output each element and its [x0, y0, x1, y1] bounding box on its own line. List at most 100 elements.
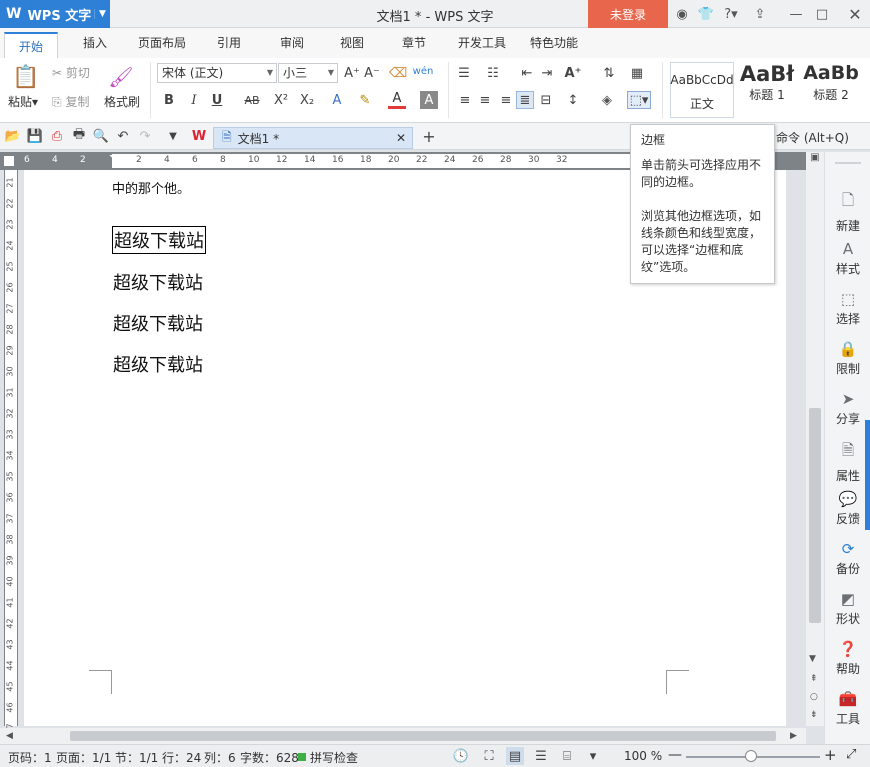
bold-icon[interactable]: B — [160, 91, 178, 109]
paragraph[interactable]: 超级下载站 — [113, 310, 203, 336]
sidebar-item-new[interactable]: 🗋 新建 — [825, 190, 870, 234]
command-search[interactable]: 命令 (Alt+Q) — [776, 129, 849, 146]
outline-view-icon[interactable]: ☰ — [532, 747, 550, 765]
tab-chapter[interactable]: 章节 — [402, 34, 426, 51]
sidebar-item-share[interactable]: ➤ 分享 — [825, 390, 870, 427]
format-painter-icon[interactable]: 🖌 — [108, 64, 134, 90]
reading-mode-icon[interactable]: ▾ — [584, 747, 602, 765]
tab-view[interactable]: 视图 — [340, 34, 364, 51]
skin-icon[interactable]: 👕 — [696, 5, 716, 23]
web-view-icon[interactable]: ⌸ — [558, 747, 576, 765]
sidebar-item-shapes[interactable]: ◩ 形状 — [825, 590, 870, 627]
vertical-ruler[interactable]: 21 22 23 24 25 26 27 28 29 30 31 32 33 34 35 36 37 38 39 40… — [4, 170, 18, 734]
sidebar-item-styles[interactable]: A 样式 — [825, 240, 870, 277]
paragraph[interactable]: 超级下载站 — [113, 269, 203, 295]
decrease-indent-icon[interactable]: ⇤ — [518, 64, 536, 82]
copy-button[interactable]: ⎘ 复制 — [52, 93, 89, 110]
prev-page-icon[interactable]: ⇞ — [810, 674, 818, 684]
tab-insert[interactable]: 插入 — [83, 34, 107, 51]
minimize-icon[interactable]: — — [786, 5, 806, 23]
text-effect-icon[interactable]: A — [328, 91, 346, 109]
tab-references[interactable]: 引用 — [217, 34, 241, 51]
font-size-select[interactable]: 小三 ▼ — [278, 63, 338, 83]
print-icon[interactable]: 🖶 — [70, 127, 88, 145]
paste-icon[interactable]: 📋 — [12, 64, 40, 90]
highlight-icon[interactable]: ✎ — [356, 91, 374, 109]
tab-special-features[interactable]: 特色功能 — [530, 34, 578, 51]
numbered-list-icon[interactable]: ☷ — [484, 64, 502, 82]
style-heading-1[interactable]: AaBł 标题 1 — [736, 62, 798, 118]
upload-icon[interactable]: ⇪ — [750, 5, 770, 23]
customize-toolbar-icon[interactable]: ▼ — [164, 127, 182, 145]
align-right-icon[interactable]: ≡ — [497, 91, 515, 109]
cut-button[interactable]: ✂ 剪切 — [52, 64, 90, 81]
scrollbar-thumb[interactable] — [70, 731, 776, 741]
tab-start[interactable]: 开始 — [4, 32, 59, 59]
sidebar-item-help[interactable]: ❓ 帮助 — [825, 640, 870, 677]
scroll-down-icon[interactable]: ▼ — [809, 654, 816, 664]
page-view-icon[interactable]: ▤ — [506, 747, 524, 765]
tab-stop-icon[interactable] — [4, 156, 14, 166]
bullet-list-icon[interactable]: ☰ — [455, 64, 473, 82]
zoom-out-icon[interactable]: — — [668, 747, 682, 763]
paragraph[interactable]: 超级下载站 — [113, 351, 203, 377]
status-page[interactable]: 页码：1 — [8, 749, 52, 766]
border-icon[interactable]: ⬚▾ — [627, 91, 651, 109]
spell-check-button[interactable]: 拼写检查 — [310, 749, 358, 766]
fullscreen-icon[interactable]: ⛶ — [480, 747, 498, 765]
new-tab-plus-icon[interactable]: + — [420, 127, 438, 146]
style-heading-2[interactable]: AaBb 标题 2 — [800, 62, 862, 118]
maximize-icon[interactable]: □ — [812, 5, 832, 23]
export-pdf-icon[interactable]: ⎙ — [48, 127, 66, 145]
phonetic-guide-icon[interactable]: wén — [413, 62, 434, 80]
login-button[interactable]: 未登录 — [588, 0, 668, 28]
clear-format-icon[interactable]: ⌫ — [389, 64, 407, 82]
align-center-icon[interactable]: ≡ — [476, 91, 494, 109]
print-preview-icon[interactable]: 🔍 — [92, 127, 110, 145]
grow-font-icon[interactable]: A⁺ — [343, 64, 361, 82]
scroll-right-icon[interactable]: ▶ — [790, 731, 797, 741]
sidebar-item-properties[interactable]: 🗎 属性 — [825, 440, 870, 484]
strikethrough-icon[interactable]: AB — [240, 91, 264, 109]
indent-marker-icon[interactable]: ⏷ — [109, 152, 117, 163]
bordered-paragraph[interactable]: 超级下载站 — [112, 226, 206, 254]
distribute-icon[interactable]: ⊟ — [537, 91, 555, 109]
tab-review[interactable]: 审阅 — [280, 34, 304, 51]
history-icon[interactable]: 🕓 — [452, 747, 470, 765]
horizontal-scrollbar[interactable]: ◀ ▶ — [0, 728, 806, 744]
increase-indent-icon[interactable]: ⇥ — [538, 64, 556, 82]
tab-page-layout[interactable]: 页面布局 — [138, 34, 186, 51]
zoom-slider-thumb[interactable] — [745, 750, 757, 762]
align-left-icon[interactable]: ≡ — [456, 91, 474, 109]
shading-fill-icon[interactable]: ◈ — [598, 91, 616, 109]
subscript-icon[interactable]: X₂ — [298, 91, 316, 109]
table-icon[interactable]: ▦ — [628, 64, 646, 82]
open-folder-icon[interactable]: 📂 — [4, 127, 22, 145]
vertical-scrollbar[interactable]: ▼ ⇞ ○ ⇟ — [806, 170, 824, 726]
undo-icon[interactable]: ↶ — [114, 127, 132, 145]
font-color-icon[interactable]: A — [388, 91, 406, 109]
scroll-left-icon[interactable]: ◀ — [6, 731, 13, 741]
sort-icon[interactable]: ⇅ — [600, 64, 618, 82]
paste-button[interactable]: 粘贴▾ — [8, 93, 38, 110]
zoom-level[interactable]: 100 % — [624, 749, 662, 763]
justify-icon[interactable]: ≣ — [516, 91, 534, 109]
italic-icon[interactable]: I — [185, 91, 203, 109]
line-spacing-icon[interactable]: ↕ — [564, 91, 582, 109]
status-word-count[interactable]: 字数：628 — [240, 749, 299, 766]
sidebar-item-select[interactable]: ⬚ 选择 — [825, 290, 870, 327]
char-shading-icon[interactable]: A — [420, 91, 438, 109]
redo-icon[interactable]: ↷ — [136, 127, 154, 145]
sidebar-item-tools[interactable]: 🧰 工具 — [825, 690, 870, 727]
wps-home-icon[interactable]: W — [190, 127, 208, 145]
document-tab[interactable]: 🗎 文档1 * ✕ — [213, 127, 413, 149]
sidebar-item-feedback[interactable]: 💬 反馈 — [825, 490, 870, 527]
paragraph[interactable]: 中的那个他。 — [112, 178, 190, 197]
split-view-icon[interactable]: ▣ — [806, 152, 824, 170]
sidebar-item-restrict[interactable]: 🔒 限制 — [825, 340, 870, 377]
sidebar-collapse-handle[interactable] — [865, 420, 870, 530]
font-name-select[interactable]: 宋体 (正文) ▼ — [157, 63, 277, 83]
close-tab-icon[interactable]: ✕ — [396, 131, 406, 145]
help-dropdown-icon[interactable]: ?▾ — [720, 5, 742, 23]
tab-developer[interactable]: 开发工具 — [458, 34, 506, 51]
